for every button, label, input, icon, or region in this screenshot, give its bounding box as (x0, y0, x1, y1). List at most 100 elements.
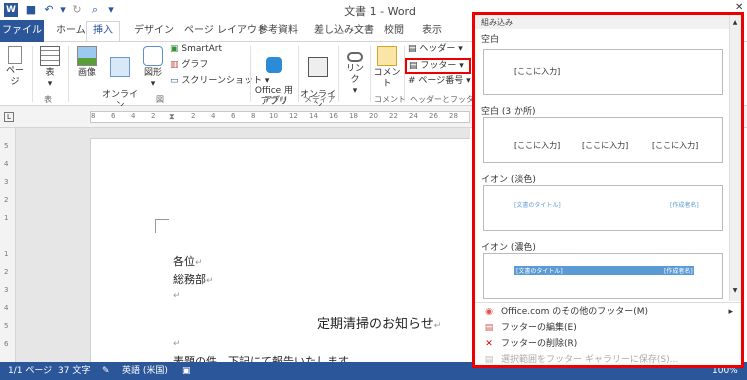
page-count-status[interactable]: 1/1 ページ (8, 362, 52, 380)
online-video-icon (308, 57, 328, 77)
document-page[interactable]: 各位↵ 総務部↵ ↵ 定期清掃のお知らせ↵ ↵ 表題の件、下記にて報告いたします… (90, 138, 470, 368)
ruler-number: 4 (4, 160, 9, 168)
table-button[interactable]: 表 ▾ (36, 46, 64, 90)
ruler-number: 3 (4, 286, 9, 294)
footer-author-placeholder: [作成者名] (670, 202, 699, 209)
paragraph-mark: ↵ (173, 291, 181, 301)
ruler-number: 8 (251, 112, 256, 120)
language-status[interactable]: 英語 (米国) (122, 362, 168, 380)
save-icon[interactable]: ■ (24, 3, 38, 17)
tab-file[interactable]: ファイル (0, 20, 44, 42)
undo-icon[interactable]: ↶ (42, 3, 56, 17)
ruler-number: 20 (369, 112, 378, 120)
doc-heading[interactable]: 定期清掃のお知らせ↵ (317, 313, 441, 332)
header-icon: ▤ (408, 44, 417, 54)
graph-button[interactable]: ▥ グラフ (170, 60, 208, 71)
separator (68, 46, 69, 102)
paragraph-mark: ↵ (433, 321, 442, 331)
tab-selector-icon[interactable]: L (4, 112, 14, 122)
shapes-button[interactable]: 図形 ▾ (140, 46, 166, 90)
ruler-number: 10 (269, 112, 278, 120)
ruler-strip[interactable]: 8 6 4 2 ⧗ 2 4 6 8 10 12 14 16 18 20 22 2… (90, 111, 470, 123)
print-preview-icon[interactable]: ⌕ (88, 3, 102, 17)
customize-qat-icon[interactable]: ▾ (104, 3, 118, 17)
footer-placeholder: [ここに入力] (514, 67, 561, 76)
word-count-status[interactable]: 37 文字 (58, 362, 90, 380)
tab-mailings[interactable]: 差し込み文書 (308, 22, 380, 40)
sender-text: 総務部 (173, 273, 206, 286)
tab-design[interactable]: デザイン (128, 22, 180, 40)
page-button[interactable]: ページ (2, 46, 28, 88)
footer-dark-band: [文書のタイトル] [作成者名] (514, 266, 694, 275)
paragraph-mark: ↵ (173, 339, 181, 349)
margin-corner-mark (155, 219, 169, 233)
separator (298, 46, 299, 102)
more-footers-menu-item[interactable]: ◉ Office.com のその他のフッター(M) ▸ (483, 305, 733, 319)
tab-view[interactable]: 表示 (416, 22, 448, 40)
undo-dropdown-icon[interactable]: ▾ (56, 3, 70, 17)
scroll-up-icon[interactable]: ▲ (731, 19, 739, 29)
header-button[interactable]: ▤ ヘッダー ▾ (408, 44, 463, 55)
tab-references[interactable]: 参考資料 (252, 22, 304, 40)
gallery-item-blank[interactable]: [ここに入力] (483, 49, 723, 95)
ruler-number: 18 (349, 112, 358, 120)
proofing-icon[interactable]: ✎ (102, 362, 110, 380)
paragraph-mark: ↵ (195, 258, 203, 268)
ruler-number: 6 (4, 340, 9, 348)
footer-icon: ▤ (409, 61, 418, 71)
comment-button[interactable]: コメント (372, 46, 402, 90)
ruler-number: 1 (4, 250, 9, 258)
ruler-number: 16 (329, 112, 338, 120)
ruler-number: 4 (4, 304, 9, 312)
footer-button[interactable]: ▤ フッター ▾ (405, 58, 471, 74)
smartart-button[interactable]: ▣ SmartArt (170, 44, 222, 55)
link-button[interactable]: リンク ▾ (342, 46, 368, 97)
separator (338, 46, 339, 102)
redo-icon[interactable]: ↻ (70, 3, 84, 17)
doc-line-sender[interactable]: 総務部↵ (173, 271, 214, 287)
footer-author-placeholder: [作成者名] (664, 268, 693, 275)
page-number-button[interactable]: # ページ番号 ▾ (408, 76, 471, 87)
group-app-label: アプリ (264, 95, 288, 104)
tab-insert[interactable]: 挿入 (86, 21, 120, 41)
ruler-number: 8 (91, 112, 96, 120)
macro-record-icon[interactable]: ▣ (182, 362, 191, 380)
menu-divider (475, 302, 741, 303)
paragraph-mark: ↵ (206, 276, 214, 286)
indent-marker-icon[interactable]: ⧗ (169, 112, 175, 122)
ruler-number: 4 (131, 112, 136, 120)
edit-footer-menu-item[interactable]: ▤ フッターの編集(E) (483, 321, 733, 335)
gallery-item-blank-three[interactable]: [ここに入力] [ここに入力] [ここに入力] (483, 117, 723, 163)
footer-label: フッター (420, 61, 457, 71)
shapes-button-label: 図形 (143, 68, 162, 78)
addressee-text: 各位 (173, 255, 195, 268)
footer-placeholder-center: [ここに入力] (582, 141, 629, 150)
gallery-scrollbar[interactable]: ▲ ▼ (729, 15, 741, 301)
footer-placeholder-left: [ここに入力] (514, 141, 561, 150)
menu-item-label: フッターの編集(E) (501, 323, 577, 333)
tab-review[interactable]: 校閲 (378, 22, 410, 40)
ruler-number: 5 (4, 322, 9, 330)
doc-line-addressee[interactable]: 各位↵ (173, 253, 203, 269)
gallery-item-ion-dark[interactable]: [文書のタイトル] [作成者名] (483, 253, 723, 299)
shapes-icon (143, 46, 163, 66)
ruler-number: 1 (4, 214, 9, 222)
word-logo-icon: W (4, 3, 18, 17)
group-figure-label: 図 (156, 95, 164, 104)
table-button-label: 表 (45, 68, 55, 78)
footer-gallery: 組み込み 空白 [ここに入力] 空白 (3 か所) [ここに入力] [ここに入力… (472, 12, 744, 368)
gallery-item-ion-light[interactable]: [文書のタイトル] [作成者名] (483, 185, 723, 231)
ruler-number: 2 (4, 196, 9, 204)
image-button[interactable]: 画像 (72, 46, 102, 79)
remove-footer-menu-item[interactable]: ✕ フッターの削除(R) (483, 337, 733, 351)
menu-item-label: フッターの削除(R) (501, 339, 578, 349)
image-icon (77, 46, 97, 66)
save-to-gallery-menu-item[interactable]: ▤ 選択範囲をフッター ギャラリーに保存(S)... (483, 353, 733, 367)
separator (370, 46, 371, 102)
ruler-number: 12 (289, 112, 298, 120)
page-number-label: ページ番号 (418, 76, 464, 86)
table-icon (40, 46, 60, 66)
scroll-down-icon[interactable]: ▼ (731, 287, 739, 297)
vertical-ruler[interactable]: 5 4 3 2 1 1 2 3 4 5 6 (0, 128, 16, 362)
footer-title-placeholder: [文書のタイトル] (516, 268, 563, 275)
